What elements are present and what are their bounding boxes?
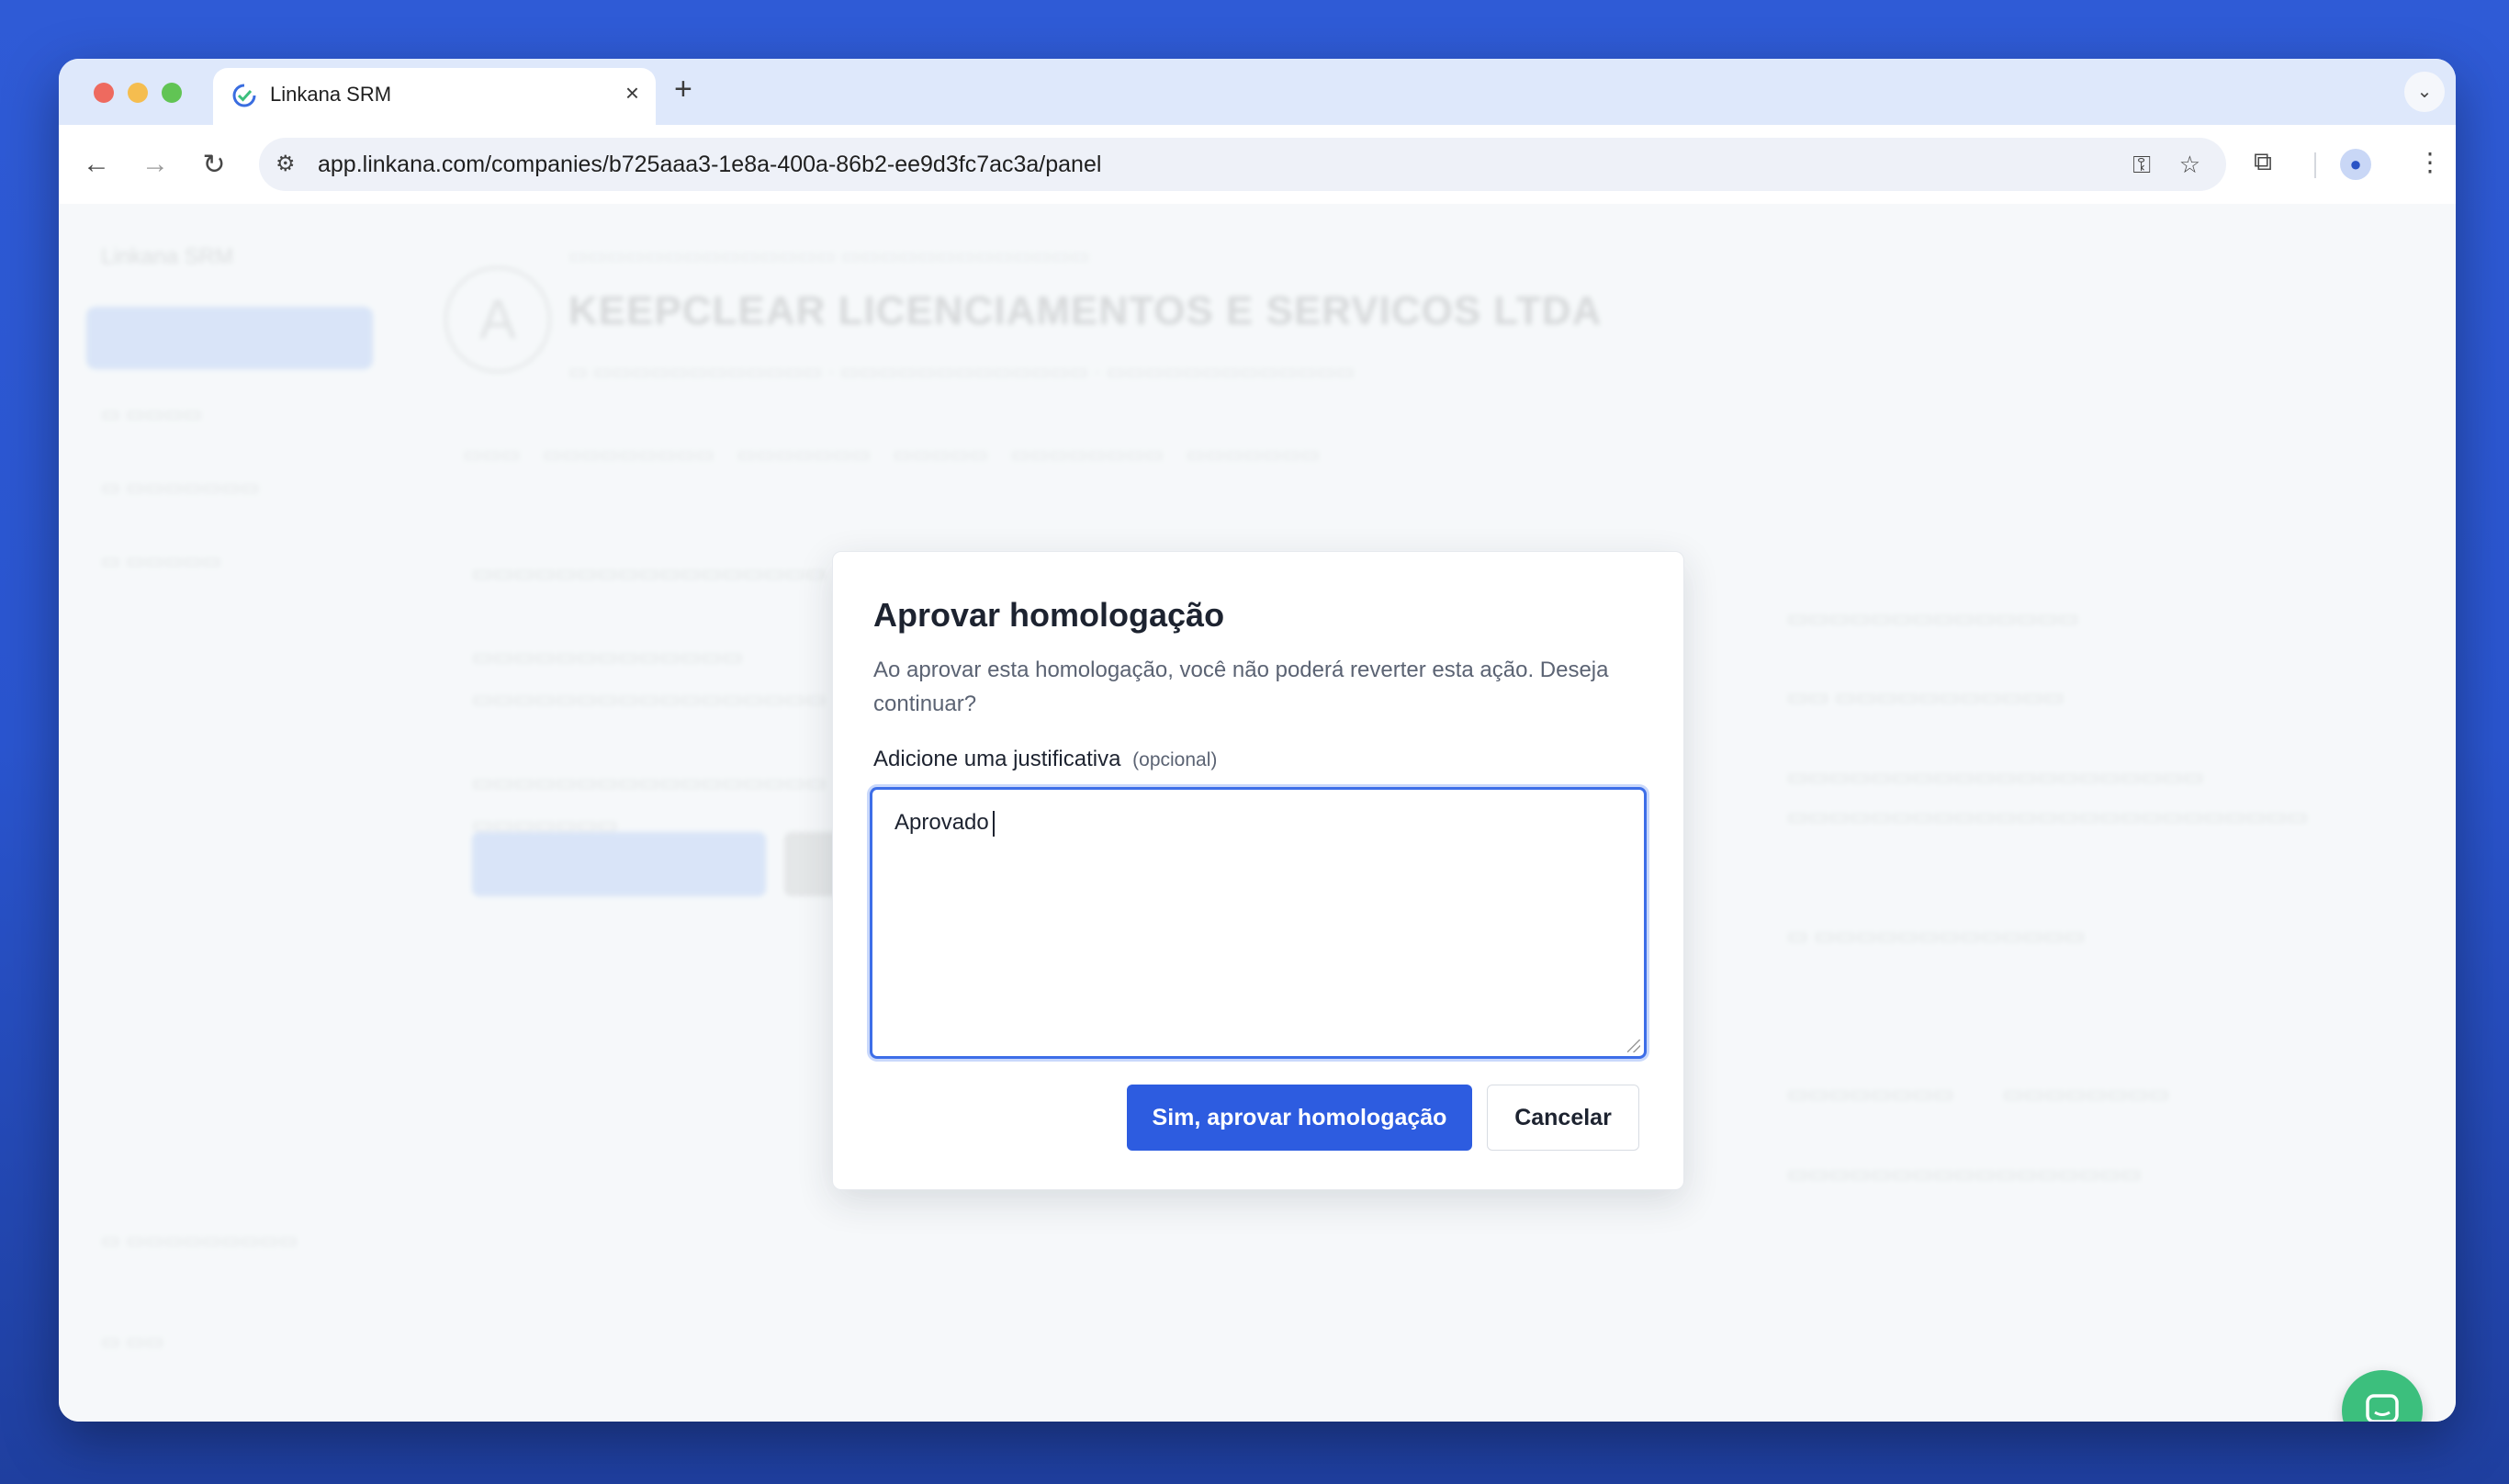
url-text[interactable]: app.linkana.com/companies/b725aaa3-1e8a-… bbox=[318, 152, 1101, 178]
justification-textarea[interactable]: Aprovado bbox=[870, 787, 1647, 1059]
browser-toolbar: ← → ↻ ⚙ app.linkana.com/companies/b725aa… bbox=[59, 125, 2456, 205]
toolbar-divider bbox=[2314, 152, 2316, 178]
justification-value[interactable]: Aprovado bbox=[894, 810, 995, 837]
linkana-favicon-icon bbox=[232, 84, 256, 107]
extensions-icon[interactable]: ⧉ bbox=[2254, 147, 2272, 177]
confirm-approve-button[interactable]: Sim, aprovar homologação bbox=[1127, 1085, 1472, 1151]
tab-close-icon[interactable]: × bbox=[625, 79, 639, 107]
page-content: Linkana SRM ▭ ▭▭▭▭ ▭ ▭▭▭▭▭▭▭ ▭ ▭▭▭▭▭ ▭ ▭… bbox=[59, 204, 2456, 1422]
browser-tab[interactable]: Linkana SRM × bbox=[213, 68, 656, 125]
reload-icon[interactable]: ↻ bbox=[198, 149, 230, 181]
justification-label: Adicione uma justificativa (opcional) bbox=[873, 747, 1217, 772]
browser-window: Linkana SRM × + ⌄ ← → ↻ ⚙ app.linkana.co… bbox=[59, 59, 2456, 1422]
site-info-icon[interactable]: ⚙ bbox=[276, 151, 296, 177]
close-window-button[interactable] bbox=[94, 83, 114, 103]
forward-icon[interactable]: → bbox=[140, 149, 171, 180]
dialog-description: Ao aprovar esta homologação, você não po… bbox=[873, 658, 1609, 716]
star-icon[interactable]: ☆ bbox=[2179, 151, 2200, 179]
justification-optional-hint: (opcional) bbox=[1132, 749, 1218, 770]
profile-icon[interactable]: ● bbox=[2340, 149, 2371, 180]
chat-icon bbox=[2366, 1394, 2399, 1422]
approve-dialog: Aprovar homologação Ao aprovar esta homo… bbox=[832, 551, 1684, 1190]
tab-title: Linkana SRM bbox=[270, 83, 392, 106]
cancel-button[interactable]: Cancelar bbox=[1487, 1085, 1639, 1151]
justification-label-text: Adicione uma justificativa bbox=[873, 747, 1121, 771]
key-icon[interactable]: ⚿ bbox=[2132, 151, 2151, 180]
address-bar[interactable]: ⚙ app.linkana.com/companies/b725aaa3-1e8… bbox=[259, 138, 2226, 191]
maximize-window-button[interactable] bbox=[162, 83, 182, 103]
text-caret bbox=[992, 810, 995, 837]
resize-grip-icon[interactable] bbox=[1627, 1040, 1640, 1052]
minimize-window-button[interactable] bbox=[128, 83, 148, 103]
tab-strip: Linkana SRM × + ⌄ bbox=[59, 59, 2456, 125]
back-icon[interactable]: ← bbox=[81, 149, 112, 180]
tab-search-chevron-icon[interactable]: ⌄ bbox=[2404, 72, 2445, 112]
dialog-title: Aprovar homologação bbox=[873, 596, 1225, 634]
new-tab-button[interactable]: + bbox=[674, 72, 692, 107]
justification-value-text: Aprovado bbox=[894, 810, 989, 835]
more-icon[interactable]: ⋮ bbox=[2417, 147, 2443, 177]
